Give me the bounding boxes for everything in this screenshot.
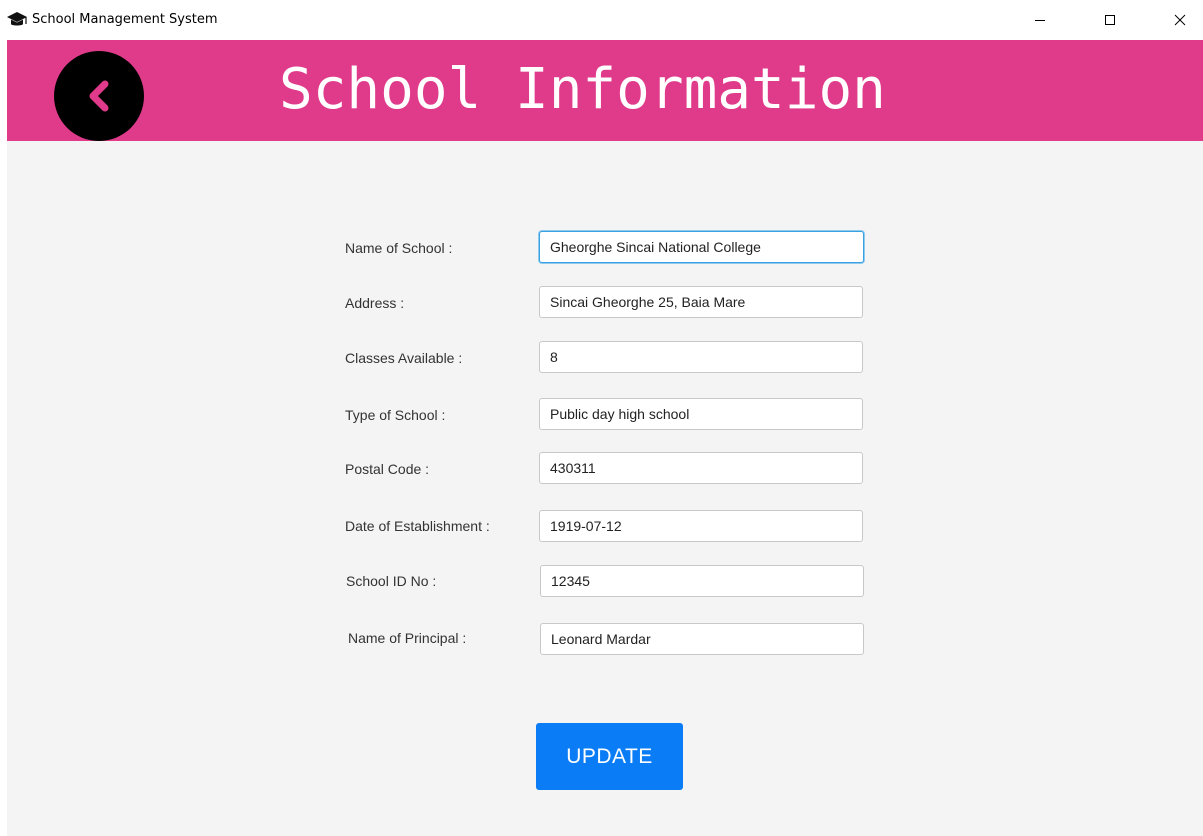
close-icon	[1174, 14, 1186, 26]
main-content: School Information Name of School : Addr…	[7, 40, 1203, 836]
window-title: School Management System	[32, 12, 218, 27]
maximize-icon	[1105, 15, 1115, 25]
school-id-input[interactable]	[540, 565, 864, 597]
principal-name-input[interactable]	[540, 623, 864, 655]
classes-available-label: Classes Available :	[345, 350, 463, 366]
window-titlebar: School Management System	[0, 0, 1203, 40]
school-type-label: Type of School :	[345, 407, 446, 423]
school-type-input[interactable]	[539, 398, 863, 430]
chevron-left-icon	[89, 80, 109, 112]
postal-code-input[interactable]	[539, 452, 863, 484]
page-title: School Information	[279, 57, 886, 122]
principal-name-label: Name of Principal :	[348, 630, 467, 646]
back-button[interactable]	[54, 51, 144, 141]
school-name-input[interactable]	[539, 231, 864, 263]
close-button[interactable]	[1157, 0, 1203, 40]
school-name-label: Name of School :	[345, 240, 453, 256]
classes-available-input[interactable]	[539, 341, 863, 373]
address-input[interactable]	[539, 286, 863, 318]
address-label: Address :	[345, 295, 405, 311]
update-button[interactable]: UPDATE	[536, 723, 683, 790]
establishment-date-label: Date of Establishment :	[345, 518, 490, 534]
page-header: School Information	[7, 40, 1203, 141]
maximize-button[interactable]	[1087, 0, 1133, 40]
postal-code-label: Postal Code :	[345, 461, 430, 477]
establishment-date-input[interactable]	[539, 510, 863, 542]
minimize-button[interactable]	[1017, 0, 1063, 40]
minimize-icon	[1035, 20, 1045, 21]
school-id-label: School ID No :	[346, 573, 437, 589]
graduation-cap-icon	[7, 12, 27, 26]
